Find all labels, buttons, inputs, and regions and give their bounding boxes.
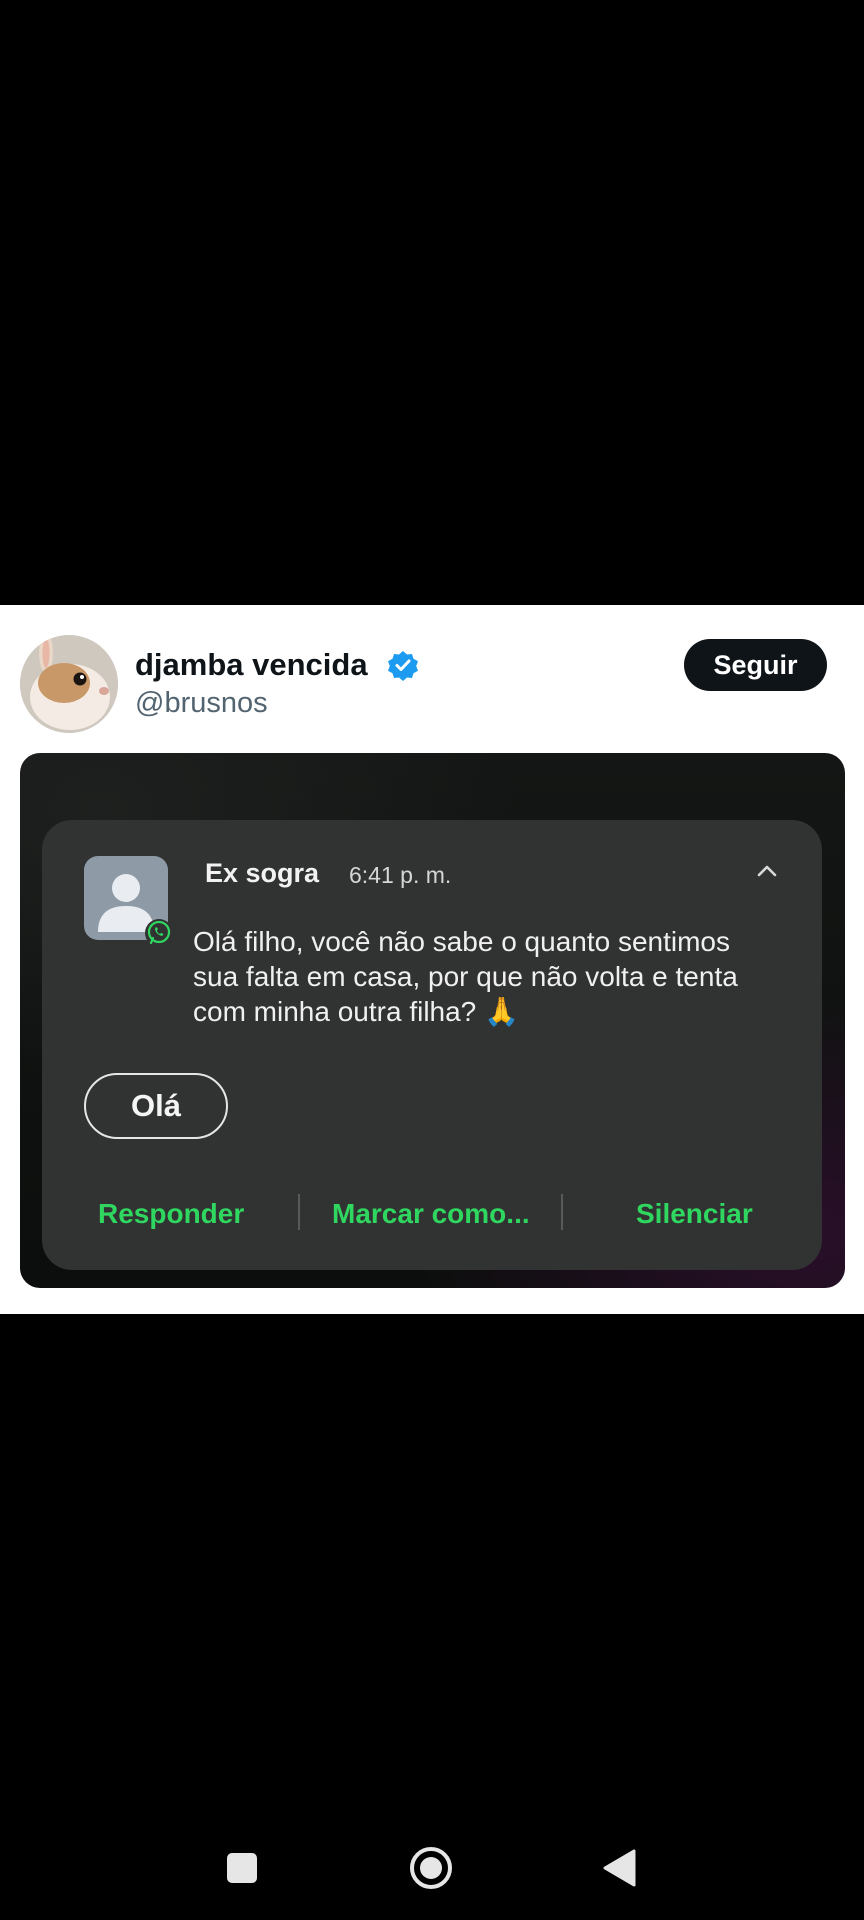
whatsapp-icon <box>144 918 174 948</box>
display-name[interactable]: djamba vencida <box>135 647 368 683</box>
action-divider <box>298 1194 300 1230</box>
user-handle[interactable]: @brusnos <box>135 687 268 720</box>
notification-card: Ex sogra 6:41 p. m. Olá filho, você não … <box>42 820 822 1270</box>
chevron-up-icon[interactable] <box>754 860 780 882</box>
sender-name: Ex sogra <box>205 858 320 888</box>
circle-home-icon[interactable] <box>408 1845 454 1896</box>
notification-time: 6:41 p. m. <box>349 862 452 888</box>
mark-as-action-button[interactable]: Marcar como... <box>332 1198 530 1230</box>
square-recents-icon[interactable] <box>225 1851 259 1890</box>
avatar[interactable] <box>20 635 118 733</box>
action-divider <box>561 1194 563 1230</box>
tweet-media-image[interactable]: Ex sogra 6:41 p. m. Olá filho, você não … <box>20 753 845 1288</box>
rabbit-avatar-image <box>20 635 118 733</box>
verified-badge-icon <box>387 649 419 681</box>
quick-reply-chip[interactable]: Olá <box>84 1073 228 1139</box>
tweet-card: djamba vencida @brusnos Seguir Ex sogra … <box>0 605 864 1314</box>
notification-message: Olá filho, você não sabe o quanto sentim… <box>193 926 738 1027</box>
follow-button[interactable]: Seguir <box>684 639 827 691</box>
triangle-back-icon[interactable] <box>602 1848 636 1893</box>
reply-action-button[interactable]: Responder <box>98 1198 244 1230</box>
mute-action-button[interactable]: Silenciar <box>636 1198 753 1230</box>
